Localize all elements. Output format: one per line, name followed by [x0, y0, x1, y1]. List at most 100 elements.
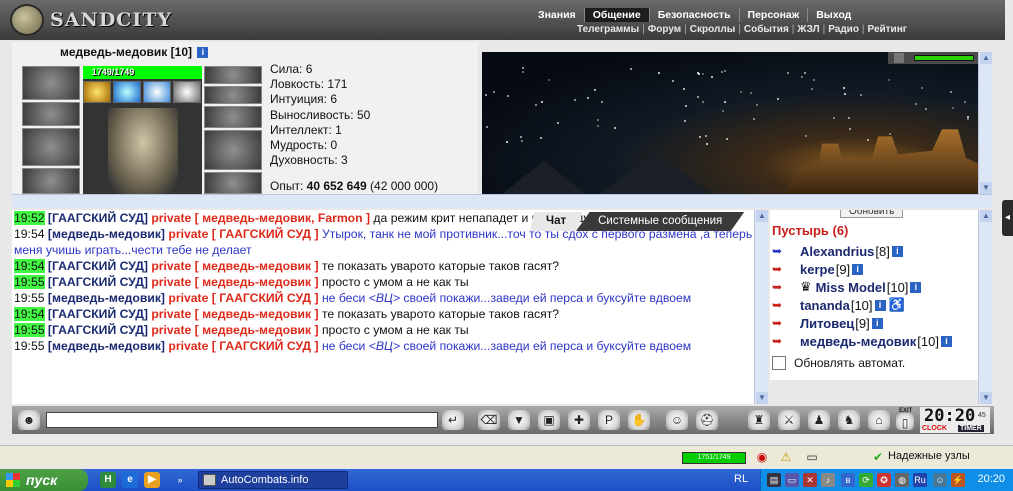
camera-icon[interactable]	[894, 53, 904, 63]
tray-speaker-icon[interactable]: ♪	[821, 473, 835, 487]
menu-communication[interactable]: Общение	[583, 8, 649, 22]
auto-refresh[interactable]: Обновлять автомат.	[772, 356, 905, 370]
top-hscrollbar[interactable]	[12, 194, 992, 208]
scroll-down-icon[interactable]: ▼	[980, 182, 992, 194]
bag-icon[interactable]: ♜	[748, 410, 770, 430]
user-row[interactable]: ➥ Литовец [9] i	[772, 314, 976, 332]
submenu-zhzl[interactable]: ЖЗЛ	[794, 24, 822, 36]
ring-slot-2[interactable]	[204, 86, 262, 104]
helmet-icon[interactable]: ⛑	[696, 410, 718, 430]
message-time[interactable]: 19:55	[14, 291, 45, 305]
send-icon[interactable]: ↵	[442, 410, 464, 430]
warning-icon[interactable]: ⚠	[778, 450, 794, 465]
message-time[interactable]: 19:55	[14, 275, 45, 289]
message-time[interactable]: 19:54	[14, 307, 45, 321]
user-name[interactable]: Alexandrius	[800, 244, 874, 259]
tray-antivirus-icon[interactable]: ✪	[877, 473, 891, 487]
message-sender[interactable]: [ГААГСКИЙ СУД]	[48, 275, 148, 289]
user-row[interactable]: ➥ медведь-медовик [10] i	[772, 332, 976, 350]
buff-shield-icon[interactable]	[173, 81, 201, 103]
monitor-status-icon[interactable]: ▭	[804, 450, 820, 465]
eraser-icon[interactable]: ⌫	[478, 410, 500, 430]
user-row[interactable]: ➥ kerpe [9] i	[772, 260, 976, 278]
message-sender[interactable]: [медведь-медовик]	[48, 291, 165, 305]
scroll-up-icon[interactable]: ▲	[980, 52, 992, 64]
tray-power-icon[interactable]: ⚡	[951, 473, 965, 487]
amulet-slot[interactable]	[22, 102, 80, 126]
submenu-scrolls[interactable]: Скроллы	[687, 24, 738, 36]
tray-disk-icon[interactable]: ◍	[895, 473, 909, 487]
message-time[interactable]: 19:54	[14, 259, 45, 273]
tab-system-messages[interactable]: Системные сообщения	[576, 212, 745, 231]
menu-character[interactable]: Персонаж	[738, 8, 808, 22]
media-player-icon[interactable]: ▶	[144, 472, 160, 488]
character-name-text[interactable]: медведь-медовик	[60, 45, 167, 59]
buff-star-icon[interactable]	[113, 81, 141, 103]
home-icon[interactable]: ⌂	[868, 410, 890, 430]
tray-monitor-icon[interactable]: ▭	[785, 473, 799, 487]
submenu-telegrams[interactable]: Телеграммы	[574, 24, 642, 36]
message-sender[interactable]: [медведь-медовик]	[48, 227, 165, 241]
user-name[interactable]: медведь-медовик	[800, 334, 916, 349]
message-private[interactable]: private [ ГААГСКИЙ СУД ]	[168, 227, 318, 241]
message-clan-tag[interactable]: <ВЦ>	[369, 291, 400, 305]
filter-icon[interactable]: ▼	[508, 410, 530, 430]
language-indicator[interactable]: RL	[734, 473, 748, 485]
location-scrollbar[interactable]: ▲ ▼	[978, 52, 992, 194]
monitor-icon[interactable]: ▣	[538, 410, 560, 430]
quicklaunch-h-icon[interactable]: H	[100, 472, 116, 488]
message-sender[interactable]: [ГААГСКИЙ СУД]	[48, 211, 148, 225]
message-clan-tag[interactable]: <ВЦ>	[369, 339, 400, 353]
message-time[interactable]: 19:55	[14, 323, 45, 337]
ring-slot-1[interactable]	[204, 66, 262, 84]
message-time[interactable]: 19:55	[14, 339, 45, 353]
system-clock[interactable]: 20:20	[977, 473, 1005, 485]
user-arrow-icon[interactable]: ➥	[772, 280, 800, 294]
info-icon[interactable]: i	[197, 47, 209, 59]
chat-input[interactable]	[46, 412, 438, 428]
tray-bluetooth-icon[interactable]: ʙ	[841, 473, 855, 487]
refresh-button[interactable]: Обновить	[840, 210, 904, 218]
user-name[interactable]: Miss Model	[816, 280, 886, 295]
clock-label[interactable]: CLOCK	[922, 425, 947, 432]
chat-head-icon[interactable]: ☻	[18, 410, 40, 430]
inventory-icon[interactable]: ♞	[838, 410, 860, 430]
submenu-rating[interactable]: Рейтинг	[865, 24, 910, 36]
info-icon[interactable]: i	[871, 317, 883, 329]
user-arrow-icon[interactable]: ➥	[772, 334, 800, 348]
menu-exit[interactable]: Выход	[807, 8, 859, 22]
submenu-radio[interactable]: Радио	[825, 24, 862, 36]
user-name[interactable]: kerpe	[800, 262, 835, 277]
message-private[interactable]: private [ медведь-медовик ]	[151, 323, 318, 337]
exit-door-icon[interactable]: ▯	[896, 413, 914, 430]
tab-chat[interactable]: Чат	[530, 212, 583, 231]
user-row[interactable]: ➥ Alexandrius [8] i	[772, 242, 976, 260]
chat-scrollbar[interactable]: ▲ ▼	[754, 210, 768, 404]
hand-icon[interactable]: ✋	[628, 410, 650, 430]
tray-network-icon[interactable]: ▤	[767, 473, 781, 487]
chat-scroll-down-icon[interactable]: ▼	[756, 392, 768, 404]
tray-shield-icon[interactable]: ✕	[803, 473, 817, 487]
tray-user-icon[interactable]: ☺	[933, 473, 947, 487]
info-icon[interactable]: i	[891, 245, 903, 257]
user-arrow-icon[interactable]: ➥	[772, 262, 800, 276]
group-icon[interactable]: ♟	[808, 410, 830, 430]
location-view[interactable]	[482, 52, 978, 194]
message-private[interactable]: private [ ГААГСКИЙ СУД ]	[168, 291, 318, 305]
users-scroll-down-icon[interactable]: ▼	[980, 392, 992, 404]
user-row[interactable]: ➥ tananda [10] i ♿	[772, 296, 976, 314]
start-button[interactable]: пуск	[0, 469, 88, 491]
user-name[interactable]: Литовец	[800, 316, 854, 331]
sword-icon[interactable]: ⚔	[778, 410, 800, 430]
chat-scroll-up-icon[interactable]: ▲	[756, 210, 768, 222]
message-sender[interactable]: [ГААГСКИЙ СУД]	[48, 307, 148, 321]
message-sender[interactable]: [ГААГСКИЙ СУД]	[48, 323, 148, 337]
tray-lang-icon[interactable]: Ru	[913, 473, 927, 487]
info-icon[interactable]: i	[910, 281, 922, 293]
tray-sync-icon[interactable]: ⟳	[859, 473, 873, 487]
message-time[interactable]: 19:54	[14, 227, 45, 241]
weapon-slot[interactable]	[22, 128, 80, 166]
message-sender[interactable]: [медведь-медовик]	[48, 339, 165, 353]
menu-security[interactable]: Безопасность	[648, 8, 739, 22]
side-collapse-icon[interactable]: ◂	[1002, 200, 1013, 236]
